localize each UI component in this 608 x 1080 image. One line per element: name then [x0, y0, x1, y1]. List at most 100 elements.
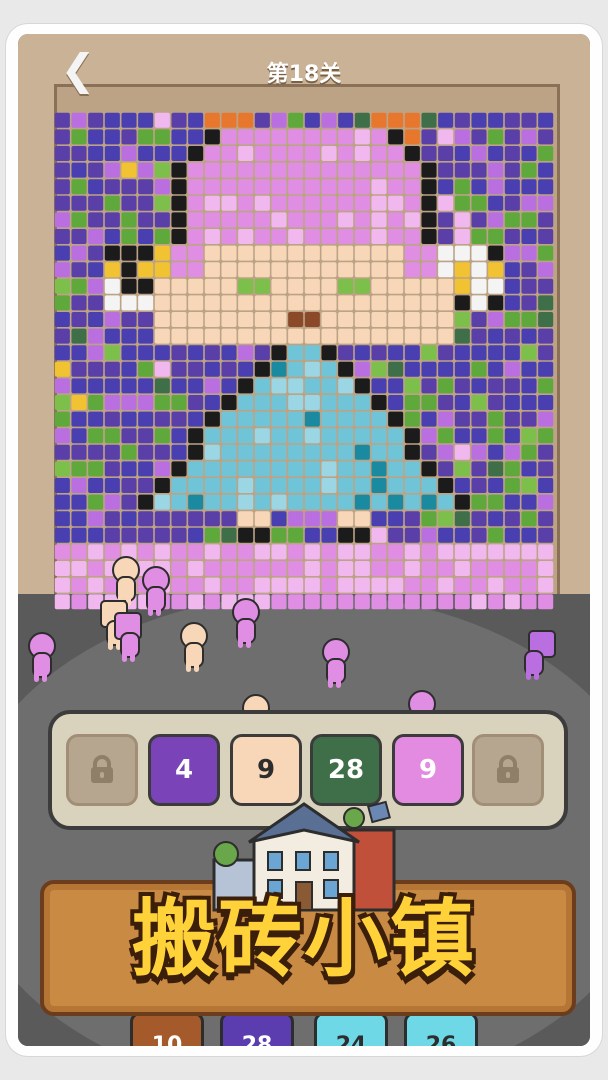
mosaic-brick	[404, 229, 420, 244]
mosaic-brick	[88, 395, 104, 410]
mosaic-brick	[338, 328, 354, 344]
mosaic-brick	[488, 411, 504, 427]
mosaic-brick	[538, 212, 554, 228]
mosaic-brick	[288, 577, 304, 593]
mosaic-brick	[338, 212, 354, 228]
mosaic-brick	[188, 511, 204, 527]
mosaic-brick	[404, 146, 420, 161]
brick-pile-tile[interactable]: 10	[130, 1012, 204, 1046]
mosaic-brick	[188, 312, 204, 327]
mosaic-brick	[154, 212, 170, 228]
mosaic-brick	[121, 162, 137, 178]
game-logo-title: 搬砖小镇	[131, 890, 476, 988]
brick-pile-tile[interactable]: 28	[220, 1012, 294, 1046]
mosaic-brick	[254, 478, 270, 493]
mosaic-brick	[271, 146, 287, 161]
mosaic-brick	[188, 328, 204, 344]
mosaic-brick	[371, 361, 387, 377]
mosaic-brick	[371, 411, 387, 427]
mosaic-brick	[304, 561, 320, 576]
mosaic-brick	[304, 594, 320, 610]
mosaic-brick	[321, 345, 337, 361]
mosaic-brick	[438, 428, 454, 444]
mosaic-brick	[271, 395, 287, 410]
brick-pile-tile[interactable]: 26	[404, 1012, 478, 1046]
mosaic-brick	[171, 262, 187, 278]
mosaic-brick	[438, 444, 454, 460]
mosaic-brick	[104, 527, 120, 543]
mosaic-brick	[454, 179, 470, 195]
mosaic-brick	[504, 461, 520, 477]
mosaic-brick	[154, 444, 170, 460]
mosaic-brick	[371, 494, 387, 510]
mosaic-brick	[71, 594, 87, 610]
mosaic-brick	[171, 129, 187, 145]
mosaic-brick	[54, 328, 70, 344]
mosaic-brick	[421, 561, 437, 576]
locked-slot[interactable]	[66, 734, 138, 806]
mosaic-brick	[454, 594, 470, 610]
mosaic-brick	[304, 129, 320, 145]
mosaic-brick	[171, 395, 187, 410]
mosaic-brick	[138, 428, 154, 444]
mosaic-brick	[88, 229, 104, 244]
mosaic-brick	[321, 146, 337, 161]
mosaic-brick	[188, 561, 204, 576]
mosaic-brick	[371, 162, 387, 178]
mosaic-brick	[254, 312, 270, 327]
mosaic-brick	[354, 229, 370, 244]
mosaic-brick	[521, 112, 537, 128]
mosaic-brick	[354, 461, 370, 477]
mosaic-brick	[454, 444, 470, 460]
locked-slot[interactable]	[472, 734, 544, 806]
mosaic-brick	[488, 278, 504, 294]
mosaic-brick	[438, 295, 454, 311]
mosaic-brick	[538, 411, 554, 427]
mosaic-brick	[388, 295, 404, 311]
mosaic-brick	[204, 561, 220, 576]
mosaic-brick	[288, 229, 304, 244]
mosaic-brick	[271, 594, 287, 610]
mosaic-brick	[88, 179, 104, 195]
mosaic-brick	[54, 478, 70, 493]
mosaic-brick	[104, 295, 120, 311]
mosaic-brick	[121, 345, 137, 361]
mosaic-brick	[371, 444, 387, 460]
mosaic-brick	[88, 577, 104, 593]
mosaic-brick	[354, 295, 370, 311]
mosaic-brick	[88, 527, 104, 543]
mosaic-brick	[538, 428, 554, 444]
mosaic-brick	[88, 295, 104, 311]
mosaic-brick	[421, 428, 437, 444]
mosaic-brick	[54, 444, 70, 460]
mosaic-brick	[388, 312, 404, 327]
mosaic-brick	[171, 444, 187, 460]
brick-pile-tile[interactable]: 24	[314, 1012, 388, 1046]
mosaic-brick	[388, 378, 404, 394]
mosaic-brick	[521, 511, 537, 527]
mosaic-brick	[288, 345, 304, 361]
mosaic-brick	[338, 361, 354, 377]
mosaic-brick	[354, 328, 370, 344]
mosaic-brick	[538, 179, 554, 195]
mosaic-brick	[338, 494, 354, 510]
mosaic-brick	[538, 594, 554, 610]
mosaic-brick	[504, 328, 520, 344]
mosaic-brick	[254, 561, 270, 576]
mosaic-brick	[204, 212, 220, 228]
mosaic-brick	[538, 229, 554, 244]
mosaic-brick	[538, 395, 554, 410]
mosaic-brick	[421, 212, 437, 228]
mosaic-brick	[504, 378, 520, 394]
mosaic-brick	[338, 527, 354, 543]
mosaic-brick	[238, 378, 254, 394]
mosaic-brick	[371, 544, 387, 560]
mosaic-brick	[538, 262, 554, 278]
mosaic-brick	[488, 561, 504, 576]
mosaic-brick	[504, 295, 520, 311]
mosaic-brick	[188, 179, 204, 195]
mosaic-brick	[404, 278, 420, 294]
mosaic-brick	[388, 212, 404, 228]
mosaic-brick	[471, 212, 487, 228]
mosaic-brick	[504, 577, 520, 593]
